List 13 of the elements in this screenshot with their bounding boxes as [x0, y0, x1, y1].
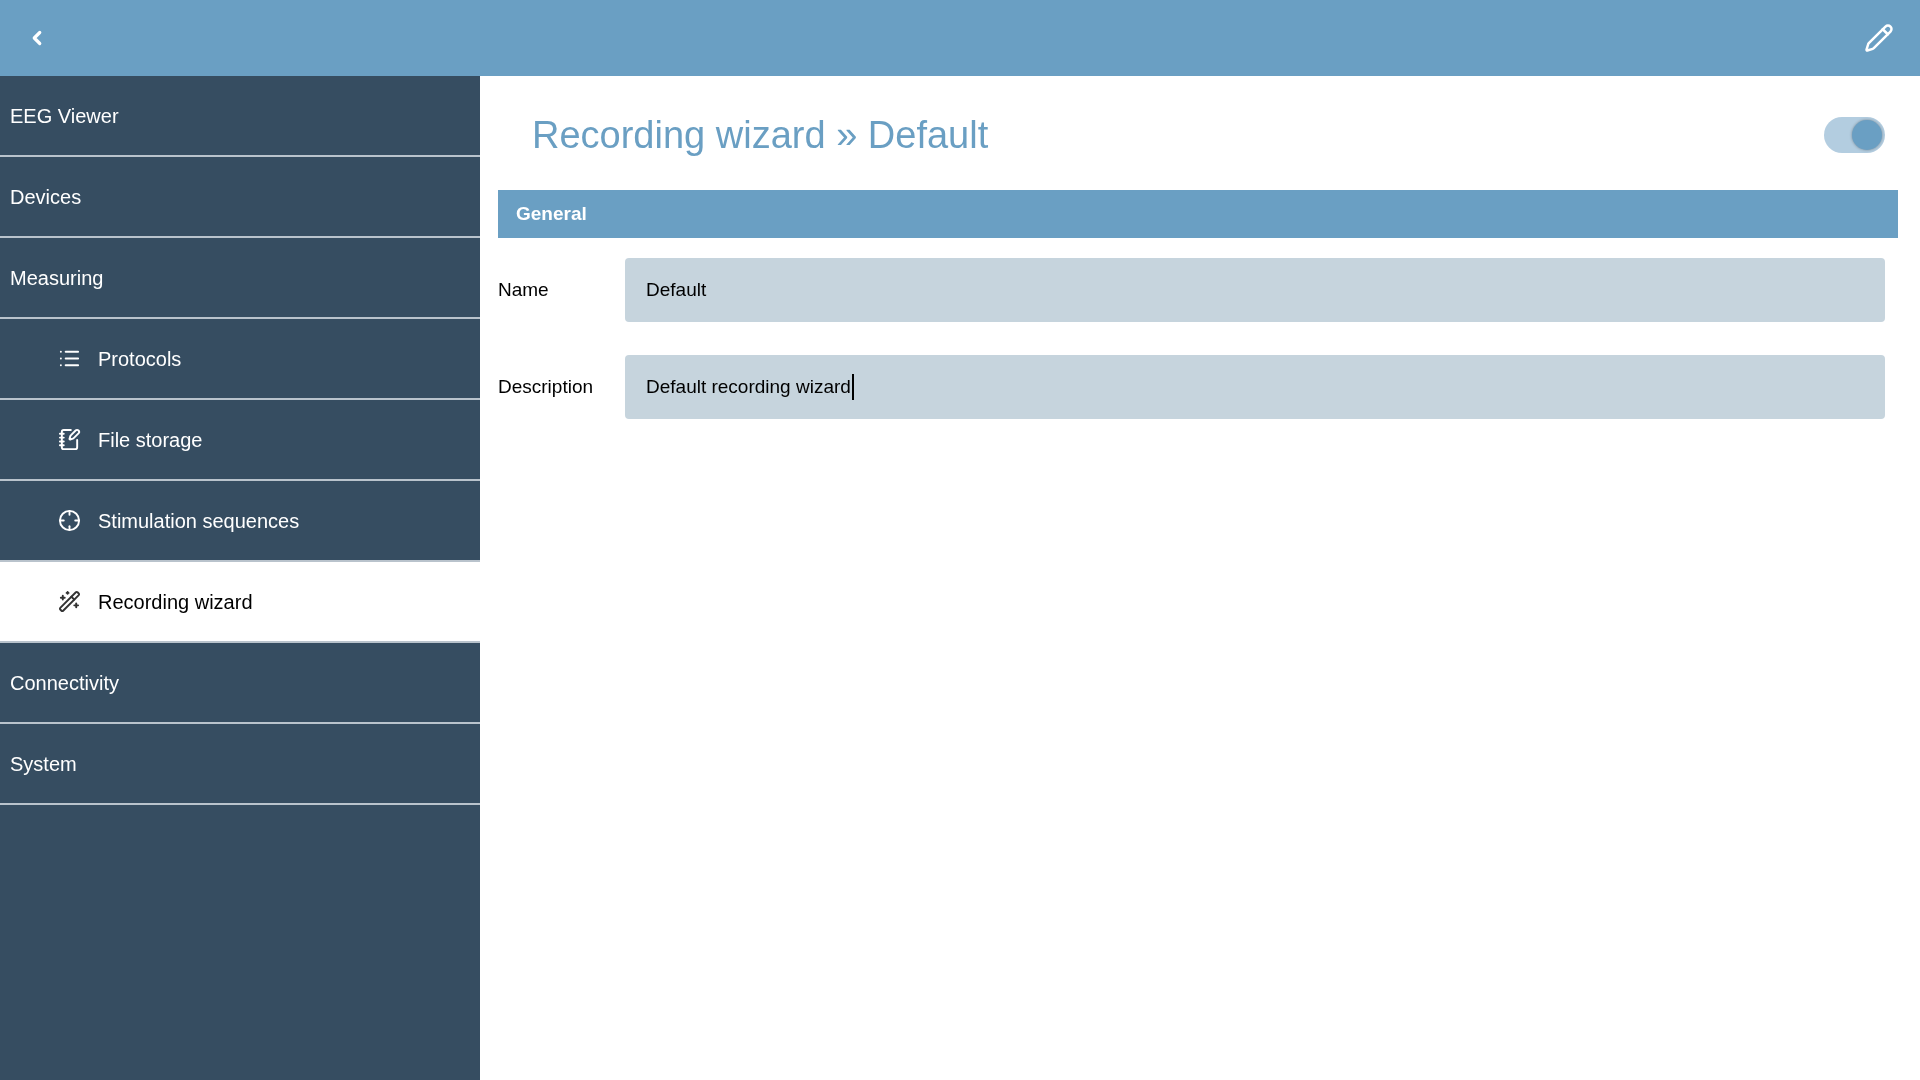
section-title: General: [516, 201, 587, 226]
toggle-switch[interactable]: [1824, 117, 1885, 153]
input-field[interactable]: Default recording wizard: [625, 355, 1885, 419]
field-label: Description: [498, 374, 595, 399]
input-field[interactable]: Default: [625, 258, 1885, 322]
field-label: Name: [498, 277, 550, 302]
pencil-icon: [1864, 23, 1894, 53]
page-title: Recording wizard » Default: [532, 116, 989, 154]
crosshair-icon: [58, 509, 81, 532]
sidebar-item[interactable]: Recording wizard: [0, 562, 480, 643]
notepad-pen-icon: [58, 428, 81, 451]
magic-wand-icon: [58, 590, 81, 613]
edit-button[interactable]: [1864, 23, 1894, 53]
